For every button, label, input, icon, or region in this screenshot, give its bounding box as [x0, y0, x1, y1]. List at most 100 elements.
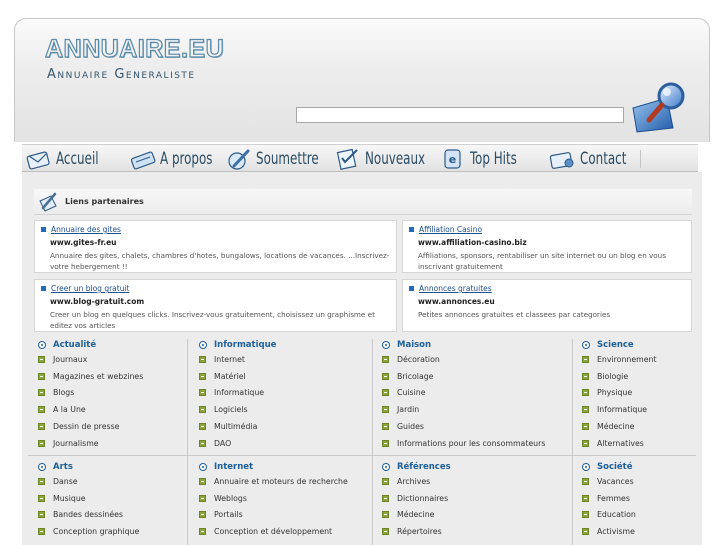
category-link[interactable]: Magazines et webzines	[34, 368, 194, 385]
partners-header: Liens partenaires	[34, 189, 692, 215]
category-title-text: Références	[397, 461, 451, 472]
main-nav: Accueil A propos Soumettre Nouveaux e To…	[22, 144, 698, 172]
partner-url[interactable]: www.blog-gratuit.com	[50, 297, 390, 306]
category-link[interactable]: Journaux	[34, 351, 194, 368]
category-link[interactable]: Médecine	[578, 418, 698, 435]
category-link[interactable]: Informatique	[578, 401, 698, 418]
search-input[interactable]	[296, 107, 624, 123]
category-link[interactable]: Matériel	[195, 368, 355, 385]
category-title-text: Internet	[214, 461, 254, 472]
category-link[interactable]: Informations pour les consommateurs	[378, 435, 568, 452]
category-link[interactable]: Informatique	[195, 385, 355, 402]
bullet-icon	[582, 439, 589, 447]
partner-link[interactable]: Annuaire des gites	[41, 225, 390, 234]
category-link[interactable]: Portails	[195, 507, 355, 524]
category-link[interactable]: Physique	[578, 385, 698, 402]
bullet-icon	[382, 389, 389, 397]
category-title[interactable]: Maison	[378, 338, 568, 351]
category-link[interactable]: Jardin	[378, 401, 568, 418]
category-link-label: Jardin	[397, 405, 420, 415]
pen-paper-icon	[39, 192, 57, 212]
category-link[interactable]: Alternatives	[578, 435, 698, 452]
bullet-icon	[199, 528, 206, 536]
category-link[interactable]: A la Une	[34, 401, 194, 418]
category-title[interactable]: Arts	[34, 460, 194, 473]
bullet-icon	[382, 477, 389, 485]
bullet-icon	[38, 406, 45, 414]
partner-url[interactable]: www.annonces.eu	[418, 297, 685, 306]
partner-link[interactable]: Creer un blog gratuit	[41, 284, 390, 293]
bullet-icon	[582, 528, 589, 536]
category-link[interactable]: Conception et développement	[195, 523, 355, 540]
partner-url[interactable]: www.affiliation-casino.biz	[418, 238, 685, 247]
category-title[interactable]: Références	[378, 460, 568, 473]
category-link[interactable]: Environnement	[578, 351, 698, 368]
search-button[interactable]	[627, 78, 689, 134]
category-link[interactable]: Bricolage	[378, 368, 568, 385]
bullet-icon	[38, 511, 45, 519]
category-link[interactable]: Annuaire et moteurs de recherche	[195, 473, 355, 490]
category-link[interactable]: Répertoires	[378, 523, 568, 540]
category-link[interactable]: Logiciels	[195, 401, 355, 418]
bullet-icon	[38, 423, 45, 431]
category-link[interactable]: Vacances	[578, 473, 698, 490]
category-title[interactable]: Informatique	[195, 338, 355, 351]
bullet-icon	[382, 355, 389, 363]
category-link[interactable]: Dessin de presse	[34, 418, 194, 435]
category-title[interactable]: Actualité	[34, 338, 194, 351]
nav-label: Soumettre	[256, 149, 319, 169]
category-link[interactable]: Education	[578, 507, 698, 524]
site-tagline: Annuaire Generaliste	[47, 67, 196, 82]
category-informatique: Informatique Internet Matériel Informati…	[195, 338, 355, 452]
category-references: Références Archives Dictionnaires Médeci…	[378, 460, 568, 540]
category-link[interactable]: Bandes dessinées	[34, 507, 194, 524]
category-link[interactable]: Journalisme	[34, 435, 194, 452]
nav-nouveaux[interactable]: Nouveaux	[335, 146, 442, 172]
nav-accueil[interactable]: Accueil	[26, 146, 111, 172]
partner-link[interactable]: Affiliation Casino	[409, 225, 685, 234]
nav-soumettre[interactable]: Soumettre	[226, 146, 336, 172]
category-link[interactable]: Danse	[34, 473, 194, 490]
site-logo[interactable]: ANNUAIRE.EU	[44, 34, 224, 64]
category-link-label: Informatique	[597, 405, 648, 415]
partner-link[interactable]: Annonces gratuites	[409, 284, 685, 293]
category-link[interactable]: Blogs	[34, 385, 194, 402]
partner-title: Creer un blog gratuit	[51, 284, 130, 293]
bullet-icon	[199, 494, 206, 502]
category-link[interactable]: Multimédia	[195, 418, 355, 435]
category-link-label: Activisme	[597, 527, 635, 537]
partner-url[interactable]: www.gites-fr.eu	[50, 238, 390, 247]
category-link[interactable]: Dictionnaires	[378, 490, 568, 507]
nav-tophits[interactable]: e Top Hits	[440, 146, 530, 172]
nav-apropos[interactable]: A propos	[130, 146, 227, 172]
bullet-icon	[382, 406, 389, 414]
partner-description: Petites annonces gratuites et classees p…	[418, 310, 611, 319]
category-link[interactable]: Femmes	[578, 490, 698, 507]
category-link[interactable]: Biologie	[578, 368, 698, 385]
category-link[interactable]: Médecine	[378, 507, 568, 524]
radio-circle-icon	[38, 340, 46, 349]
category-link-label: Bandes dessinées	[53, 510, 123, 520]
category-link-label: Internet	[214, 354, 245, 364]
category-title-text: Maison	[397, 339, 432, 350]
category-title-text: Société	[597, 461, 633, 472]
category-link[interactable]: Internet	[195, 351, 355, 368]
category-link[interactable]: Conception graphique	[34, 523, 194, 540]
bullet-icon	[38, 389, 45, 397]
category-link[interactable]: Musique	[34, 490, 194, 507]
category-link[interactable]: Archives	[378, 473, 568, 490]
bullet-icon	[582, 511, 589, 519]
category-title[interactable]: Internet	[195, 460, 355, 473]
partner-title: Annuaire des gites	[51, 225, 121, 234]
category-link[interactable]: Cuisine	[378, 385, 568, 402]
category-link[interactable]: DAO	[195, 435, 355, 452]
keyboard-icon	[130, 151, 156, 170]
category-link[interactable]: Activisme	[578, 523, 698, 540]
category-link[interactable]: Weblogs	[195, 490, 355, 507]
category-link[interactable]: Guides	[378, 418, 568, 435]
category-link-label: Annuaire et moteurs de recherche	[214, 476, 348, 486]
category-title[interactable]: Société	[578, 460, 698, 473]
nav-contact[interactable]: Contact	[548, 146, 640, 172]
category-link[interactable]: Décoration	[378, 351, 568, 368]
category-title[interactable]: Science	[578, 338, 698, 351]
